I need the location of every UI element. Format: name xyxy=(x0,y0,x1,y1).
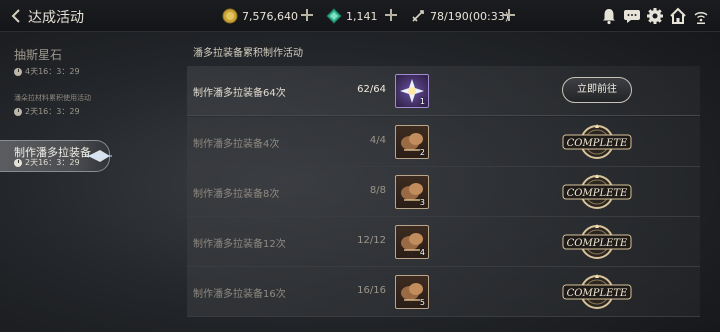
reward-item[interactable]: 5 xyxy=(395,275,429,309)
complete-badge: COMPLETE xyxy=(562,124,632,159)
gold-coin-icon xyxy=(222,8,238,24)
clock-icon xyxy=(14,67,22,76)
add-gold-button[interactable] xyxy=(300,8,314,22)
reward-item[interactable]: 1 xyxy=(395,74,429,108)
sidebar-item-timer: 2天16：3：29 xyxy=(14,106,104,117)
complete-badge: COMPLETE xyxy=(562,274,632,309)
reward-quantity: 5 xyxy=(419,298,425,307)
reward-quantity: 3 xyxy=(419,198,425,207)
task-progress: 62/64 xyxy=(357,84,386,95)
bell-icon[interactable] xyxy=(600,7,618,25)
task-row: 制作潘多拉装备64次 62/64 1 立即前往 xyxy=(187,66,700,116)
task-progress: 8/8 xyxy=(369,185,386,196)
task-progress: 4/4 xyxy=(369,135,386,146)
task-label: 制作潘多拉装备4次 xyxy=(193,139,280,150)
task-progress: 12/12 xyxy=(357,235,386,246)
reward-quantity: 2 xyxy=(419,148,425,157)
svg-text:COMPLETE: COMPLETE xyxy=(567,138,628,149)
reward-item[interactable]: 2 xyxy=(395,125,429,159)
chat-icon[interactable] xyxy=(623,7,641,25)
task-row: 制作潘多拉装备4次 4/4 2 COMPLETE xyxy=(187,117,700,167)
go-now-button[interactable]: 立即前往 xyxy=(562,77,632,103)
clock-icon xyxy=(14,158,22,167)
gold-counter: 7,576,640 xyxy=(222,7,298,25)
reward-item[interactable]: 3 xyxy=(395,175,429,209)
reward-item[interactable]: 4 xyxy=(395,225,429,259)
stamina-counter: 78/190(00:33) xyxy=(410,7,509,25)
task-label: 制作潘多拉装备16次 xyxy=(193,289,286,300)
back-icon[interactable] xyxy=(8,8,24,24)
reward-quantity: 4 xyxy=(419,248,425,257)
sidebar-item-star-stone[interactable]: 抽斯星石 4天16：3：29 xyxy=(14,46,124,77)
gem-icon xyxy=(326,8,342,24)
selected-arrow-icon xyxy=(86,150,112,162)
task-progress: 16/16 xyxy=(357,285,386,296)
stamina-amount: 78/190(00:33) xyxy=(430,9,509,23)
svg-text:COMPLETE: COMPLETE xyxy=(567,288,628,299)
gold-amount: 7,576,640 xyxy=(242,9,298,23)
reward-quantity: 1 xyxy=(419,97,425,106)
sidebar-item-material-usage[interactable]: 潘朵拉材料累积使用活动 2天16：3：29 xyxy=(14,94,104,117)
wifi-icon xyxy=(694,12,708,24)
complete-badge: COMPLETE xyxy=(562,174,632,209)
home-icon[interactable] xyxy=(669,7,687,25)
svg-text:COMPLETE: COMPLETE xyxy=(567,188,628,199)
task-row: 制作潘多拉装备12次 12/12 4 COMPLETE xyxy=(187,217,700,267)
sidebar-item-label: 抽斯星石 xyxy=(14,48,63,62)
sidebar-item-timer: 2天16：3：29 xyxy=(14,157,80,168)
task-label: 制作潘多拉装备64次 xyxy=(193,88,286,99)
task-row: 制作潘多拉装备16次 16/16 5 COMPLETE xyxy=(187,267,700,317)
task-row: 制作潘多拉装备8次 8/8 3 COMPLETE xyxy=(187,167,700,217)
gem-amount: 1,141 xyxy=(346,9,378,23)
sidebar: 抽斯星石 4天16：3：29 潘朵拉材料累积使用活动 2天16：3：29 制作潘… xyxy=(0,32,120,332)
sidebar-item-label: 潘朵拉材料累积使用活动 xyxy=(14,94,91,102)
section-title: 潘多拉装备累积制作活动 xyxy=(193,48,303,59)
clock-icon xyxy=(14,107,22,116)
stamina-icon xyxy=(412,10,424,22)
task-label: 制作潘多拉装备8次 xyxy=(193,189,280,200)
gem-counter: 1,141 xyxy=(326,7,378,25)
task-label: 制作潘多拉装备12次 xyxy=(193,239,286,250)
complete-badge: COMPLETE xyxy=(562,224,632,259)
svg-text:COMPLETE: COMPLETE xyxy=(567,238,628,249)
top-bar: 达成活动 7,576,640 1,141 78/190(00:33) xyxy=(0,0,720,32)
page-title: 达成活动 xyxy=(28,10,84,26)
add-gem-button[interactable] xyxy=(384,8,398,22)
gear-icon[interactable] xyxy=(646,7,664,25)
sidebar-item-timer: 4天16：3：29 xyxy=(14,66,124,77)
add-stamina-button[interactable] xyxy=(502,8,516,22)
